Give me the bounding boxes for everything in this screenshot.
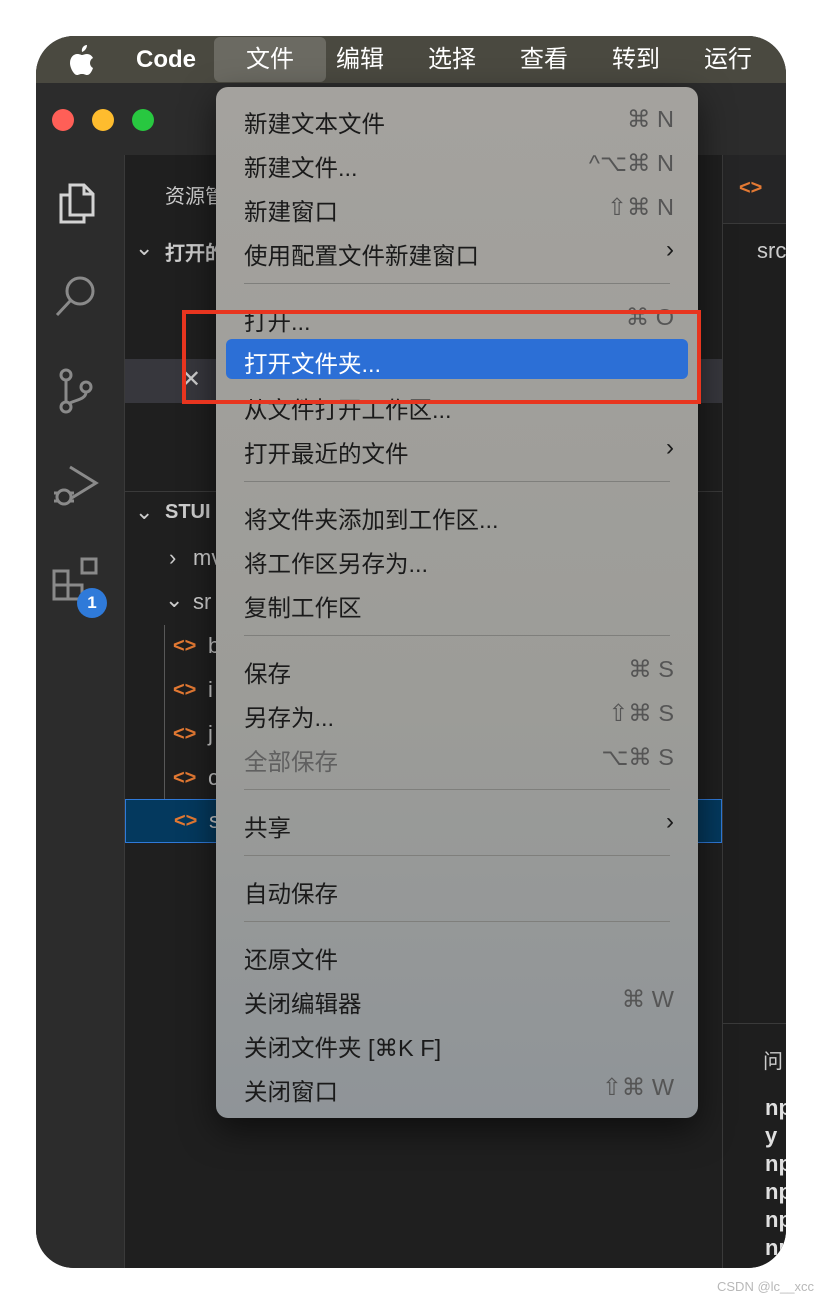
menu-item-label: 关闭窗口	[244, 1079, 338, 1105]
menu-item-label: 还原文件	[244, 947, 338, 973]
menu-item-shortcut: ⇧⌘ N	[607, 194, 674, 220]
chevron-right-icon: ›	[666, 236, 674, 263]
maximize-window-button[interactable]	[132, 109, 154, 131]
menu-code[interactable]: Code	[136, 36, 196, 83]
menu-view[interactable]: 查看	[520, 36, 568, 83]
html-file-icon: <>	[173, 679, 197, 701]
chevron-down-icon[interactable]: ⌄	[135, 235, 153, 261]
explorer-icon[interactable]	[50, 177, 102, 229]
terminal-line: np	[765, 1151, 786, 1176]
menu-separator	[244, 481, 670, 482]
source-control-icon[interactable]	[50, 365, 102, 417]
menu-item-label: 将文件夹添加到工作区...	[244, 507, 499, 533]
menu-run[interactable]: 运行	[704, 36, 752, 83]
workspace-folder[interactable]: STUI	[165, 501, 211, 524]
apple-logo-icon[interactable]	[69, 36, 95, 83]
html-file-icon: <>	[173, 767, 197, 789]
html-file-icon: <>	[174, 810, 198, 832]
minimize-window-button[interactable]	[92, 109, 114, 131]
terminal-line: y	[765, 1123, 778, 1148]
menu-item-label: 复制工作区	[244, 595, 362, 621]
menu-item-add-folder-to-workspace[interactable]: 将文件夹添加到工作区...	[226, 495, 688, 535]
chevron-down-icon[interactable]: ⌄	[135, 499, 153, 525]
menu-item-save-all: 全部保存 ⌥⌘ S	[226, 737, 688, 777]
html-file-icon: <>	[739, 177, 763, 199]
menu-item-save-workspace-as[interactable]: 将工作区另存为...	[226, 539, 688, 579]
menu-edit[interactable]: 编辑	[336, 36, 384, 83]
menu-item-shortcut: ⌘ S	[628, 656, 674, 682]
menu-item-label: 另存为...	[244, 705, 335, 731]
menu-separator	[244, 921, 670, 922]
editor-breadcrumb[interactable]: src	[757, 238, 786, 264]
editor-area: <> src 问 np y np np np np	[722, 155, 786, 1268]
menu-go[interactable]: 转到	[612, 36, 660, 83]
menu-item-open-recent[interactable]: 打开最近的文件 ›	[226, 429, 688, 469]
chevron-right-icon[interactable]: ›	[169, 545, 176, 571]
file-menu-dropdown: 新建文本文件 ⌘ N 新建文件... ^⌥⌘ N 新建窗口 ⇧⌘ N 使用配置文…	[216, 87, 698, 1118]
html-file-icon: <>	[173, 635, 197, 657]
menu-separator	[244, 283, 670, 284]
menu-file[interactable]: 文件	[214, 37, 326, 82]
menu-item-new-window[interactable]: 新建窗口 ⇧⌘ N	[226, 187, 688, 227]
menu-separator	[244, 855, 670, 856]
terminal-line: np	[765, 1179, 786, 1204]
menu-item-shortcut: ⇧⌘ S	[608, 700, 674, 726]
menu-item-label: 打开最近的文件	[244, 441, 409, 467]
chevron-down-icon[interactable]: ⌄	[165, 587, 183, 613]
menu-item-label: 新建文件...	[244, 155, 358, 181]
menu-item-label: 全部保存	[244, 749, 338, 775]
terminal-line: np	[765, 1235, 786, 1260]
menu-item-close-folder[interactable]: 关闭文件夹 [⌘K F]	[226, 1023, 688, 1063]
menu-item-close-window[interactable]: 关闭窗口 ⇧⌘ W	[226, 1067, 688, 1107]
menu-item-close-editor[interactable]: 关闭编辑器 ⌘ W	[226, 979, 688, 1019]
menu-item-shortcut: ⌘ N	[627, 106, 674, 132]
menu-item-label: 共享	[244, 815, 291, 841]
close-window-button[interactable]	[52, 109, 74, 131]
menu-item-new-text-file[interactable]: 新建文本文件 ⌘ N	[226, 99, 688, 139]
activity-bar: 1	[36, 155, 125, 1268]
menu-item-label: 关闭文件夹 [⌘K F]	[244, 1035, 442, 1061]
menu-item-new-window-with-profile[interactable]: 使用配置文件新建窗口 ›	[226, 231, 688, 271]
search-icon[interactable]	[50, 271, 102, 323]
highlight-annotation-box	[182, 310, 701, 404]
menu-item-shortcut: ⇧⌘ W	[602, 1074, 674, 1100]
menu-item-shortcut: ^⌥⌘ N	[588, 150, 674, 176]
menu-item-label: 新建文本文件	[244, 111, 385, 137]
run-and-debug-icon[interactable]	[50, 459, 102, 511]
panel-tab-problems[interactable]: 问	[763, 1045, 783, 1074]
menu-item-auto-save[interactable]: 自动保存	[226, 869, 688, 909]
chevron-right-icon: ›	[666, 434, 674, 461]
html-file-icon: <>	[173, 723, 197, 745]
menu-item-revert-file[interactable]: 还原文件	[226, 935, 688, 975]
menu-item-label: 保存	[244, 661, 291, 687]
menu-separator	[244, 635, 670, 636]
file-name: j	[208, 721, 213, 746]
menu-item-label: 新建窗口	[244, 199, 338, 225]
menu-item-save-as[interactable]: 另存为... ⇧⌘ S	[226, 693, 688, 733]
file-name: i	[208, 677, 213, 702]
menu-selection[interactable]: 选择	[428, 36, 476, 83]
editor-tab-bar[interactable]: <>	[723, 155, 786, 224]
menu-item-label: 自动保存	[244, 881, 338, 907]
chevron-right-icon: ›	[666, 808, 674, 835]
menu-bar: Code 文件 编辑 选择 查看 转到 运行	[36, 36, 786, 83]
folder-item[interactable]: sr	[193, 589, 211, 615]
menu-item-save[interactable]: 保存 ⌘ S	[226, 649, 688, 689]
menu-separator	[244, 789, 670, 790]
menu-item-share[interactable]: 共享 ›	[226, 803, 688, 843]
menu-item-new-file[interactable]: 新建文件... ^⌥⌘ N	[226, 143, 688, 183]
menu-item-shortcut: ⌥⌘ S	[601, 744, 674, 770]
terminal-line: np	[765, 1207, 786, 1232]
menu-item-label: 将工作区另存为...	[244, 551, 429, 577]
terminal-line: np	[765, 1095, 786, 1120]
watermark: CSDN @lc__xcc	[717, 1279, 814, 1294]
menu-item-label: 使用配置文件新建窗口	[244, 243, 479, 269]
extensions-badge: 1	[77, 588, 107, 618]
menu-item-duplicate-workspace[interactable]: 复制工作区	[226, 583, 688, 623]
menu-item-label: 关闭编辑器	[244, 991, 362, 1017]
panel-divider	[723, 1023, 786, 1024]
menu-item-shortcut: ⌘ W	[621, 986, 674, 1012]
